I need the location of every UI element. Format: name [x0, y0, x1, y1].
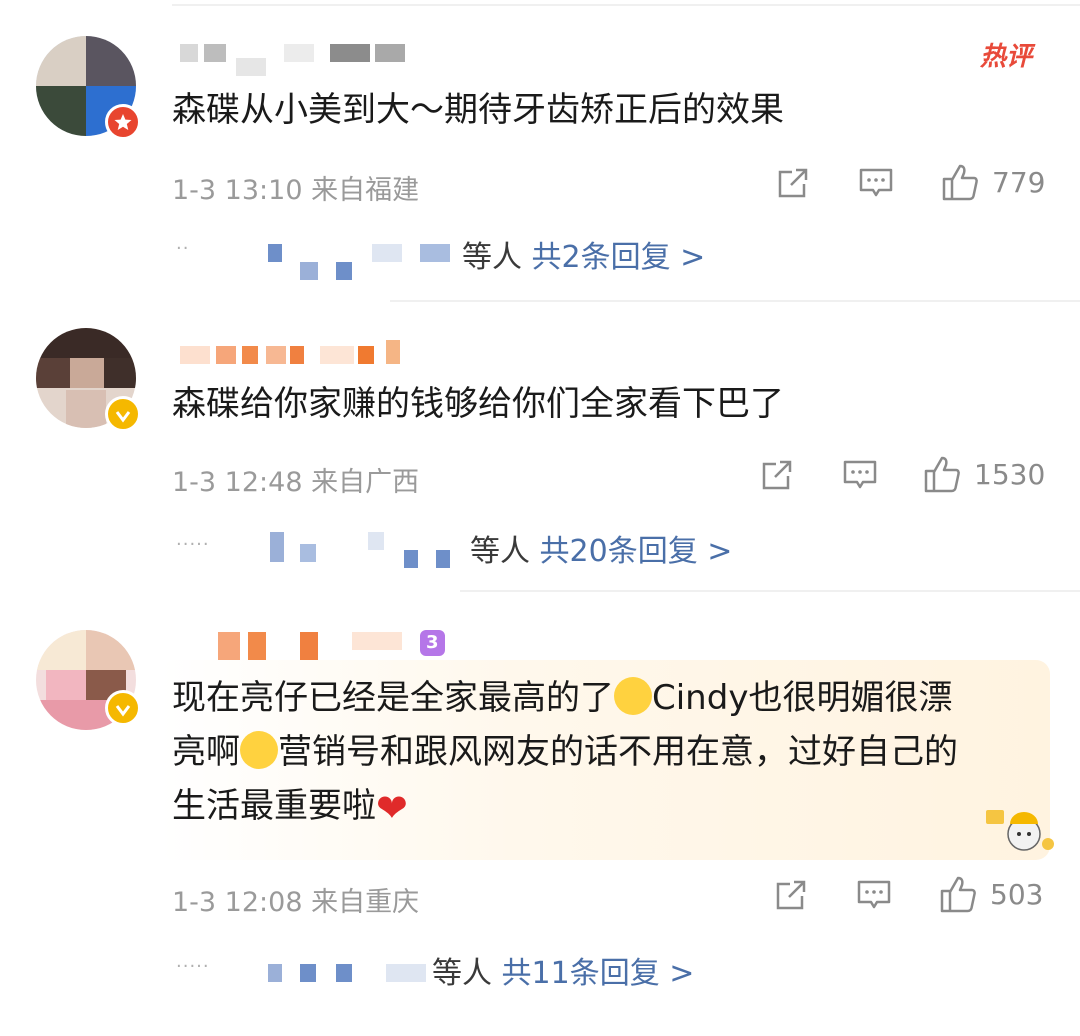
share-button[interactable]: [760, 458, 794, 496]
comment-text: 亮啊 营销号和跟风网友的话不用在意，过好自己的: [172, 724, 958, 780]
comment-text: 生活最重要啦❤: [172, 778, 408, 836]
reply-user-blurred: [404, 550, 418, 568]
reply-suffix: 等人: [432, 956, 492, 991]
star-icon: [114, 114, 132, 130]
timestamp: 1-3 13:10: [172, 175, 303, 206]
comment-text-segment: 亮啊: [172, 732, 240, 772]
like-button[interactable]: [922, 454, 962, 498]
location: 来自广西: [311, 467, 420, 498]
verified-badge: [105, 104, 141, 140]
reply-suffix: 等人: [462, 240, 522, 275]
comment-icon: [859, 168, 893, 197]
username-blurred[interactable]: [180, 340, 420, 376]
reply-user-blurred: [420, 244, 450, 262]
share-icon: [762, 460, 792, 490]
reply-user-blurred: [368, 532, 384, 550]
username-blurred[interactable]: [180, 44, 420, 80]
like-count: 503: [990, 878, 1044, 911]
like-button[interactable]: [938, 874, 978, 918]
comment-text: 森碟给你家赚的钱够给你们全家看下巴了: [172, 384, 784, 424]
timestamp: 1-3 12:48: [172, 467, 303, 498]
like-count: 779: [992, 166, 1046, 199]
location: 来自福建: [311, 175, 420, 206]
reply-summary[interactable]: 等人 共20条回复 >: [470, 526, 732, 570]
like-icon: [942, 164, 978, 201]
reply-user-blurred: [300, 262, 318, 280]
reply-dots: ·····: [176, 956, 210, 977]
timestamp: 1-3 12:08: [172, 887, 303, 918]
comment-meta: 1-3 12:08 来自重庆: [172, 880, 419, 919]
comment-text: 现在亮仔已经是全家最高的了 Cindy也很明媚很漂: [172, 670, 952, 726]
reply-summary[interactable]: 等人 共11条回复 >: [432, 948, 694, 992]
reply-user-blurred: [336, 964, 352, 982]
like-icon: [924, 456, 960, 493]
comment-text-segment: 现在亮仔已经是全家最高的了: [172, 678, 614, 718]
like-count: 1530: [974, 458, 1046, 491]
heart-emoji: ❤: [376, 786, 408, 830]
divider: [460, 590, 1080, 592]
heart-eyes-emoji: [240, 731, 278, 769]
reply-user-blurred: [268, 964, 282, 982]
comment-icon: [857, 880, 891, 909]
reply-dots: ·····: [176, 534, 210, 555]
view-replies-link[interactable]: 共2条回复 >: [532, 240, 706, 275]
check-icon: [115, 705, 131, 717]
share-button[interactable]: [774, 878, 808, 916]
location: 来自重庆: [311, 887, 420, 918]
comment-meta: 1-3 13:10 来自福建: [172, 168, 419, 207]
comment-icon: [843, 460, 877, 489]
share-button[interactable]: [776, 166, 810, 204]
reply-button[interactable]: [856, 878, 892, 916]
reply-user-blurred: [268, 244, 282, 262]
reply-suffix: 等人: [470, 534, 530, 569]
hot-comment-badge: 热评: [980, 42, 1033, 72]
comment-card: 热评 森碟从小美到大～期待牙齿矫正后的效果 1-3 13:10 来自福建 779…: [0, 0, 1080, 300]
divider: [390, 300, 1080, 302]
like-button[interactable]: [940, 162, 980, 206]
smile-emoji: [614, 677, 652, 715]
fan-level-badge: 3: [420, 630, 445, 656]
reply-user-blurred: [300, 964, 316, 982]
reply-user-blurred: [336, 262, 352, 280]
reply-user-blurred: [436, 550, 450, 568]
reply-user-blurred: [300, 544, 316, 562]
reply-summary[interactable]: 等人 共2条回复 >: [462, 232, 705, 276]
divider: [172, 4, 1080, 6]
mascot-sticker-icon: [986, 810, 1054, 851]
comment-text-segment: Cindy也很明媚很漂: [652, 678, 953, 718]
share-icon: [778, 168, 808, 198]
check-icon: [115, 411, 131, 423]
comment-text: 森碟从小美到大～期待牙齿矫正后的效果: [172, 90, 784, 130]
reply-button[interactable]: [842, 458, 878, 496]
comment-text-segment: 营销号和跟风网友的话不用在意，过好自己的: [278, 732, 958, 772]
reply-user-blurred: [372, 244, 402, 262]
username-blurred[interactable]: [218, 628, 418, 664]
comment-card: 森碟给你家赚的钱够给你们全家看下巴了 1-3 12:48 来自广西 1530 ·…: [0, 300, 1080, 590]
reply-button[interactable]: [858, 166, 894, 204]
like-icon: [940, 876, 976, 913]
reply-user-blurred: [386, 964, 426, 982]
reply-user-blurred: [270, 532, 284, 562]
verified-badge: [105, 690, 141, 726]
reply-dots: ··: [176, 238, 190, 259]
comment-meta: 1-3 12:48 来自广西: [172, 460, 419, 499]
view-replies-link[interactable]: 共20条回复 >: [540, 534, 733, 569]
share-icon: [776, 880, 806, 910]
view-replies-link[interactable]: 共11条回复 >: [502, 956, 695, 991]
verified-badge: [105, 396, 141, 432]
comment-text-segment: 生活最重要啦: [172, 786, 376, 826]
